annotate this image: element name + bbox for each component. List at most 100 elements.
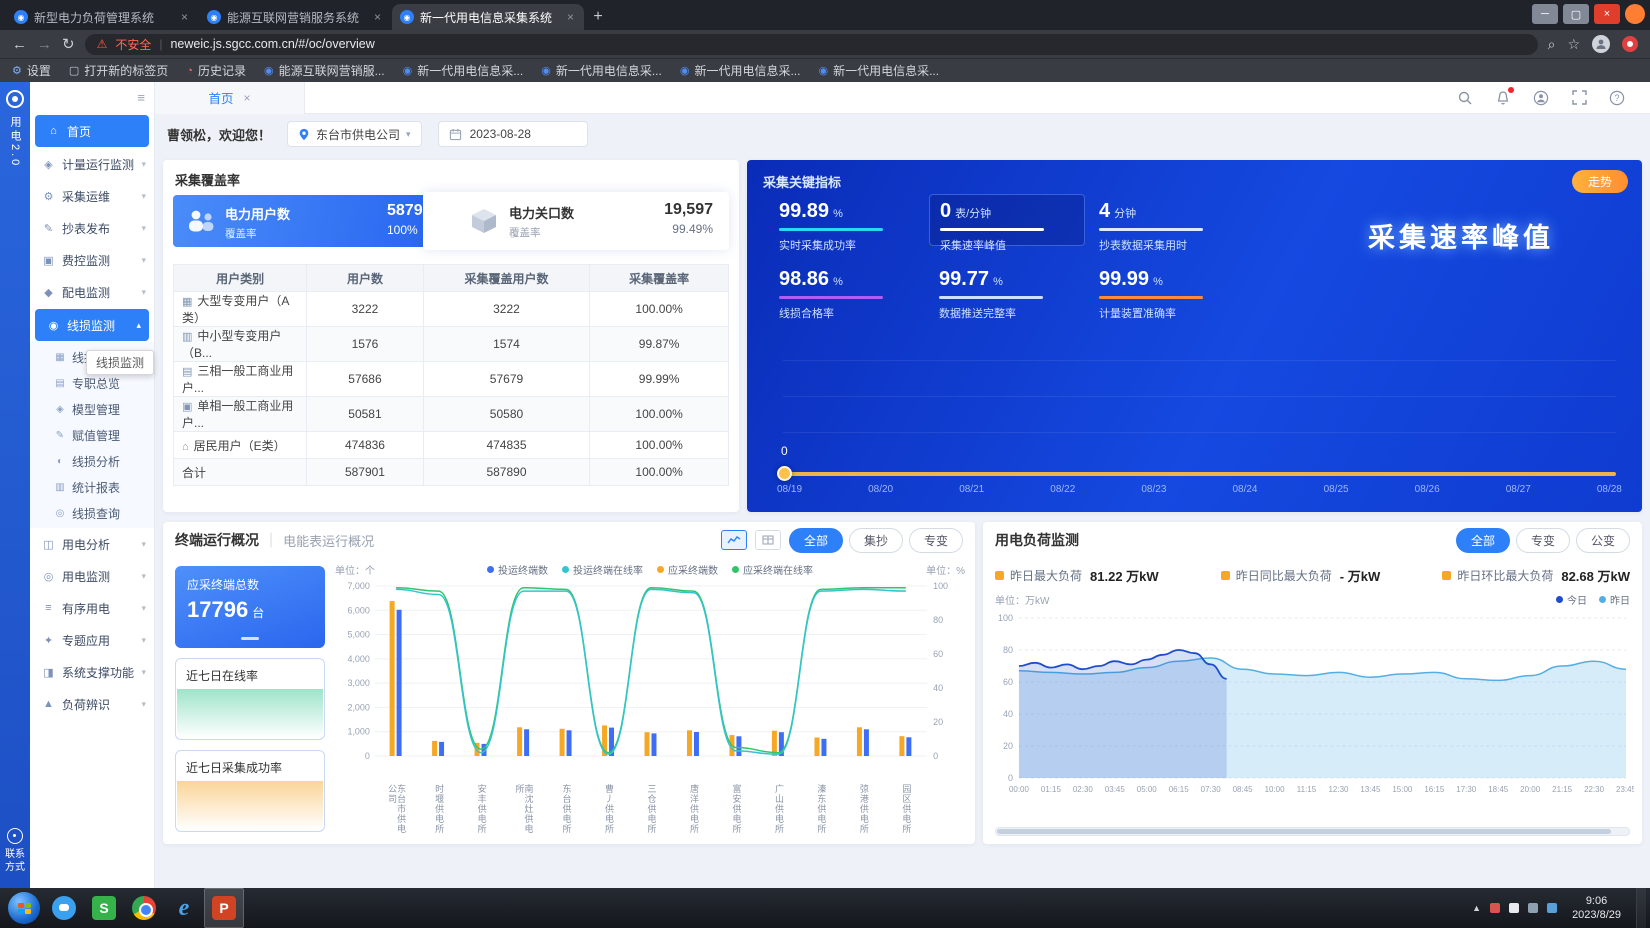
timeline-slider-handle[interactable] [777, 466, 792, 481]
svg-text:1,000: 1,000 [347, 727, 369, 737]
sidebar-item-12[interactable]: ▲负荷辨识▾ [30, 688, 154, 720]
back-icon[interactable]: ← [12, 37, 27, 52]
taskbar-chrome-icon[interactable] [124, 888, 164, 928]
bookmark-item-6[interactable]: ◉新一代用电信息采... [680, 62, 801, 79]
browser-alert-icon[interactable] [1622, 36, 1638, 52]
bell-icon[interactable] [1494, 89, 1512, 107]
maximize-button[interactable]: ▢ [1563, 4, 1589, 24]
browser-tab-1[interactable]: ◉能源互联网营销服务系统× [199, 4, 391, 30]
start-button[interactable] [8, 892, 40, 924]
user-icon[interactable] [1532, 89, 1550, 107]
bookmark-item-4[interactable]: ◉新一代用电信息采... [403, 62, 524, 79]
contact-widget[interactable]: 联系方式 [3, 828, 27, 874]
close-button[interactable]: × [1594, 4, 1620, 24]
table-view-toggle[interactable] [755, 530, 781, 550]
bookmark-star-icon[interactable]: ☆ [1567, 36, 1580, 53]
tray-expand-icon[interactable]: ▲ [1472, 903, 1481, 913]
sidebar-collapse-icon[interactable]: ≡ [137, 90, 145, 105]
tab-close-icon[interactable]: × [565, 10, 576, 24]
new-tab-button[interactable]: + [585, 4, 611, 30]
tray-icon-1[interactable] [1490, 903, 1500, 913]
tab-close-icon[interactable]: × [372, 10, 383, 24]
page-tab-close-icon[interactable]: × [244, 91, 251, 105]
profile-avatar[interactable] [1592, 35, 1610, 53]
sidebar-item-8[interactable]: ◎用电监测▾ [30, 560, 154, 592]
forward-icon[interactable]: → [37, 37, 52, 52]
sidebar-item-5[interactable]: ◆配电监测▾ [30, 276, 154, 308]
taskbar-messenger-icon[interactable] [44, 888, 84, 928]
sidebar-item-2[interactable]: ⚙采集运维▾ [30, 180, 154, 212]
bookmark-item-1[interactable]: ▢打开新的标签页 [69, 62, 168, 79]
open-page-tab[interactable]: 首页 × [155, 82, 305, 114]
svg-text:0: 0 [365, 751, 370, 761]
terminal-total-card[interactable]: 应采终端总数 17796台 [175, 566, 325, 648]
svg-text:20: 20 [1003, 741, 1013, 751]
load-filter-1[interactable]: 专变 [1516, 528, 1570, 553]
minimize-button[interactable]: ─ [1532, 4, 1558, 24]
submenu-item-4[interactable]: ◐线损分析 [30, 448, 154, 474]
menu-icon: ✦ [42, 634, 55, 647]
taskbar-clock[interactable]: 9:06 2023/8/29 [1566, 894, 1627, 923]
tab-close-icon[interactable]: × [179, 10, 190, 24]
chart-scrollbar-thumb[interactable] [997, 829, 1611, 834]
sidebar-item-10[interactable]: ✦专题应用▾ [30, 624, 154, 656]
gateway-card[interactable]: 电力关口数 覆盖率 19,597 99.49% [423, 192, 729, 250]
sidebar-item-1[interactable]: ◈计量运行监测▾ [30, 148, 154, 180]
sidebar-item-4[interactable]: ▣费控监测▾ [30, 244, 154, 276]
timeline-track[interactable] [783, 472, 1616, 476]
trend-button[interactable]: 走势 [1572, 170, 1628, 193]
terminal-filter-2[interactable]: 专变 [909, 528, 963, 553]
svg-text:80: 80 [933, 615, 943, 625]
gateway-box-icon [469, 207, 499, 235]
taskbar-powerpoint-icon[interactable]: P [204, 888, 244, 928]
sidebar-item-7[interactable]: ◫用电分析▾ [30, 528, 154, 560]
online-rate-card[interactable]: 近七日在线率 [175, 658, 325, 740]
tray-icon-3[interactable] [1528, 903, 1538, 913]
bookmark-item-2[interactable]: ◔历史记录 [186, 62, 246, 79]
bookmark-item-3[interactable]: ◉能源互联网营销服... [264, 62, 385, 79]
power-users-card[interactable]: 电力用户数 覆盖率 587901 100% [173, 195, 459, 247]
menu-icon: ◆ [42, 286, 55, 299]
tray-icon-4[interactable] [1547, 903, 1557, 913]
bookmark-item-0[interactable]: ⚙设置 [12, 62, 51, 79]
success-rate-card[interactable]: 近七日采集成功率 [175, 750, 325, 832]
submenu-item-5[interactable]: ▥统计报表 [30, 474, 154, 500]
taskbar-ie-icon[interactable]: e [164, 888, 204, 928]
sidebar-item-3[interactable]: ✎抄表发布▾ [30, 212, 154, 244]
sidebar-item-0[interactable]: ⌂首页 [35, 115, 149, 147]
chart-view-toggle[interactable] [721, 530, 747, 550]
show-desktop-button[interactable] [1636, 888, 1646, 928]
sidebar-item-9[interactable]: ≡有序用电▾ [30, 592, 154, 624]
browser-tab-2[interactable]: ◉新一代用电信息采集系统× [392, 4, 584, 30]
bookmark-item-5[interactable]: ◉新一代用电信息采... [541, 62, 662, 79]
chart-scrollbar[interactable] [995, 827, 1630, 836]
submenu-item-2[interactable]: ◈模型管理 [30, 396, 154, 422]
gateway-labels: 电力关口数 覆盖率 [509, 203, 574, 240]
browser-tab-0[interactable]: ◉新型电力负荷管理系统× [6, 4, 198, 30]
date-picker[interactable]: 2023-08-28 [438, 121, 588, 147]
terminal-filter-0[interactable]: 全部 [789, 528, 843, 553]
reload-icon[interactable]: ↻ [62, 37, 75, 52]
bookmark-item-7[interactable]: ◉新一代用电信息采... [818, 62, 939, 79]
url-box[interactable]: ⚠ 不安全 | neweic.js.sgcc.com.cn/#/oc/overv… [85, 34, 1538, 55]
tray-icon-2[interactable] [1509, 903, 1519, 913]
load-filter-0[interactable]: 全部 [1456, 528, 1510, 553]
url-text: neweic.js.sgcc.com.cn/#/oc/overview [170, 37, 374, 51]
menu-icon: ▣ [42, 254, 55, 267]
submenu-item-3[interactable]: ✎赋值管理 [30, 422, 154, 448]
fullscreen-icon[interactable] [1570, 89, 1588, 107]
tab-terminal-overview[interactable]: 终端运行概况 [175, 530, 259, 550]
zoom-icon[interactable]: ⌕ [1548, 36, 1556, 53]
sidebar-item-6[interactable]: ◉线损监测▴ [35, 309, 149, 341]
taskbar-remote-app-icon[interactable]: S [84, 888, 124, 928]
terminal-filter-1[interactable]: 集抄 [849, 528, 903, 553]
tab-meter-overview[interactable]: 电能表运行概况 [283, 531, 374, 550]
search-icon[interactable] [1456, 89, 1474, 107]
submenu-item-6[interactable]: ◎线损查询 [30, 500, 154, 526]
org-select[interactable]: 东台市供电公司 ▾ [287, 121, 422, 147]
table-header-cell: 用户类别 [174, 265, 307, 292]
sidebar-item-11[interactable]: ◨系统支撑功能▾ [30, 656, 154, 688]
help-icon[interactable]: ? [1608, 89, 1626, 107]
load-filter-2[interactable]: 公变 [1576, 528, 1630, 553]
browser-menu-orb-button[interactable] [1625, 4, 1645, 24]
